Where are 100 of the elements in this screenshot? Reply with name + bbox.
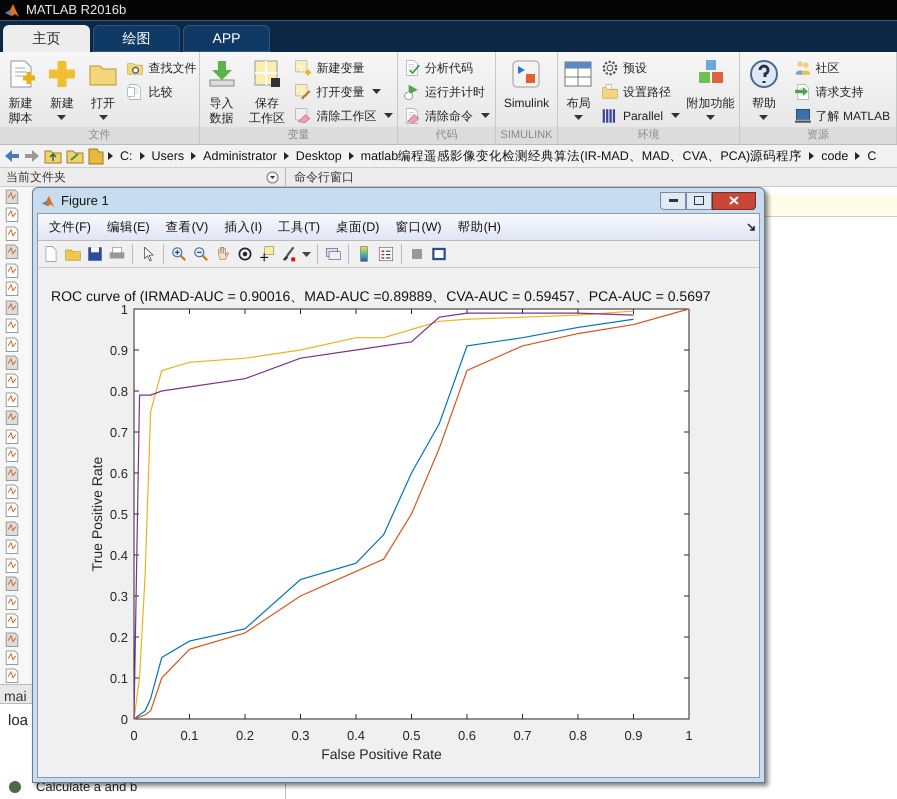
menu-item[interactable]: 文件(F) (42, 218, 98, 236)
minimize-icon (668, 199, 678, 202)
breadcrumb-item[interactable]: C (864, 146, 880, 166)
toolstrip-menu-button[interactable]: 新建变量 (294, 58, 394, 77)
tick-label: 0.9 (624, 728, 643, 743)
tick-label: 1 (685, 728, 693, 743)
file-icon (5, 373, 19, 389)
file-icon (5, 466, 19, 481)
zoom-in-icon[interactable] (170, 245, 188, 263)
breadcrumb-item[interactable]: Administrator (200, 146, 280, 166)
tick-label: 0.2 (236, 728, 254, 743)
dock-arrow-icon[interactable] (747, 223, 755, 231)
toolstrip-menu-button[interactable]: 预设 (600, 58, 680, 77)
toolstrip-menu-button[interactable]: 运行并计时 (403, 82, 490, 101)
link-icon[interactable] (324, 245, 342, 263)
tick-label: 0.4 (346, 728, 366, 743)
chart-title: ROC curve of (IRMAD-AUC = 0.90016、MAD-AUC =0.89889、CVA-AUC = 0.59457、PCA-AUC = 0.5697 (51, 288, 711, 304)
tick-label: 0 (120, 712, 128, 727)
menu-item[interactable]: 窗口(W) (388, 218, 449, 236)
zoom-out-icon[interactable] (192, 245, 210, 263)
breadcrumb-item[interactable]: code (818, 146, 852, 166)
toolstrip-menu-button[interactable]: 了解 MATLAB (794, 106, 890, 125)
eraser-icon (294, 106, 312, 124)
legend-icon[interactable] (377, 245, 395, 263)
comment-icon (8, 780, 22, 794)
breadcrumb-item[interactable]: Users (148, 146, 188, 166)
minimize-button[interactable] (660, 192, 686, 210)
breadcrumb-item[interactable]: matlab编程遥感影像变化检测经典算法(IR-MAD、MAD、CVA、PCA)源码程序 (358, 146, 806, 166)
data-cursor-icon[interactable] (258, 245, 276, 263)
tick-label: 0.4 (110, 548, 128, 563)
tick-label: 0.8 (110, 384, 128, 399)
figure-title: Figure 1 (61, 192, 109, 210)
frame-icon[interactable] (430, 245, 448, 263)
ribbon-tab[interactable]: APP (183, 25, 270, 52)
breadcrumb-item[interactable]: C: (117, 146, 136, 166)
file-icon (5, 484, 19, 500)
toolstrip-menu-button[interactable]: 清除工作区 (294, 106, 394, 125)
toolstrip-button[interactable]: 导入 数据 (204, 58, 240, 126)
save-icon[interactable] (86, 245, 104, 263)
menu-item[interactable]: 工具(T) (271, 218, 328, 236)
toolstrip-button[interactable]: Simulink (502, 58, 552, 111)
toolstrip-menu-button[interactable]: 社区 (794, 58, 890, 77)
up-folder-icon[interactable] (44, 148, 62, 164)
group-label: 资源 (740, 127, 896, 144)
toolstrip-button[interactable]: 新建 脚本 (2, 58, 39, 126)
file-icon (5, 262, 19, 278)
grid-pencil-icon (294, 82, 312, 100)
menu-item[interactable]: 查看(V) (158, 218, 216, 236)
arrow-document-icon (794, 82, 812, 100)
toolstrip-menu-button[interactable]: 清除命令 (403, 106, 490, 125)
toolstrip-button[interactable]: 附加功能 (684, 58, 737, 120)
file-icon (5, 428, 19, 444)
tick-label: 0 (130, 728, 138, 743)
panel-title: 当前文件夹 (6, 169, 66, 186)
toolstrip-button[interactable]: 保存 工作区 (246, 58, 287, 126)
toolstrip-button[interactable]: 布局 (560, 58, 596, 120)
toolstrip-menu-button[interactable]: 请求支持 (794, 82, 890, 101)
toolstrip-button[interactable]: 帮助 (746, 58, 782, 120)
toolstrip-menu-button[interactable]: 查找文件 (126, 58, 196, 77)
menu-item[interactable]: 桌面(D) (329, 218, 386, 236)
gear-icon (600, 58, 619, 76)
ribbon-tab[interactable]: 绘图 (93, 25, 180, 52)
file-icon (5, 244, 19, 260)
tick-label: 0.6 (110, 466, 128, 481)
rotate-icon[interactable] (236, 245, 254, 263)
tick-label: 0.3 (291, 728, 310, 743)
menu-item[interactable]: 插入(I) (217, 218, 270, 236)
brush-icon[interactable] (280, 245, 298, 263)
menu-item[interactable]: 帮助(H) (450, 218, 508, 236)
back-arrow-icon[interactable] (4, 149, 20, 163)
maximize-button[interactable] (686, 192, 712, 210)
toolstrip-menu-button[interactable]: 设置路径 (600, 82, 680, 101)
breadcrumb-separator-icon (108, 152, 113, 160)
toolstrip-button[interactable]: 打开 (85, 58, 122, 120)
toolstrip-menu-button[interactable]: 打开变量 (294, 82, 394, 101)
breadcrumb-separator-icon (284, 152, 289, 160)
block-diagram-icon (510, 58, 542, 90)
panel-menu-icon[interactable] (266, 170, 279, 184)
close-button[interactable] (712, 192, 756, 210)
file-icon (5, 336, 19, 352)
breadcrumb-item[interactable]: Desktop (292, 146, 345, 166)
browse-folder-icon[interactable] (66, 148, 84, 164)
file-icon (5, 520, 19, 536)
file-icon (5, 632, 19, 647)
editor-tab[interactable]: mai (4, 688, 27, 704)
menu-item[interactable]: 编辑(E) (100, 218, 157, 236)
toolstrip-button[interactable]: 新建 (44, 58, 80, 120)
file-icon (5, 613, 19, 628)
ribbon-tab[interactable]: 主页 (3, 25, 90, 52)
toolstrip-menu-button[interactable]: 分析代码 (403, 58, 490, 77)
checked-document-icon (403, 58, 421, 76)
tick-label: 0.1 (110, 671, 128, 686)
toolstrip-menu-button[interactable]: Parallel (600, 106, 680, 125)
file-icon (5, 354, 19, 370)
forward-arrow-icon[interactable] (24, 149, 40, 163)
toolstrip-menu-button[interactable]: 比较 (126, 82, 196, 101)
group-label: 代码 (398, 127, 495, 144)
file-icon (5, 539, 19, 555)
breadcrumb-separator-icon (348, 152, 354, 160)
tick-label: 0.6 (458, 728, 476, 743)
